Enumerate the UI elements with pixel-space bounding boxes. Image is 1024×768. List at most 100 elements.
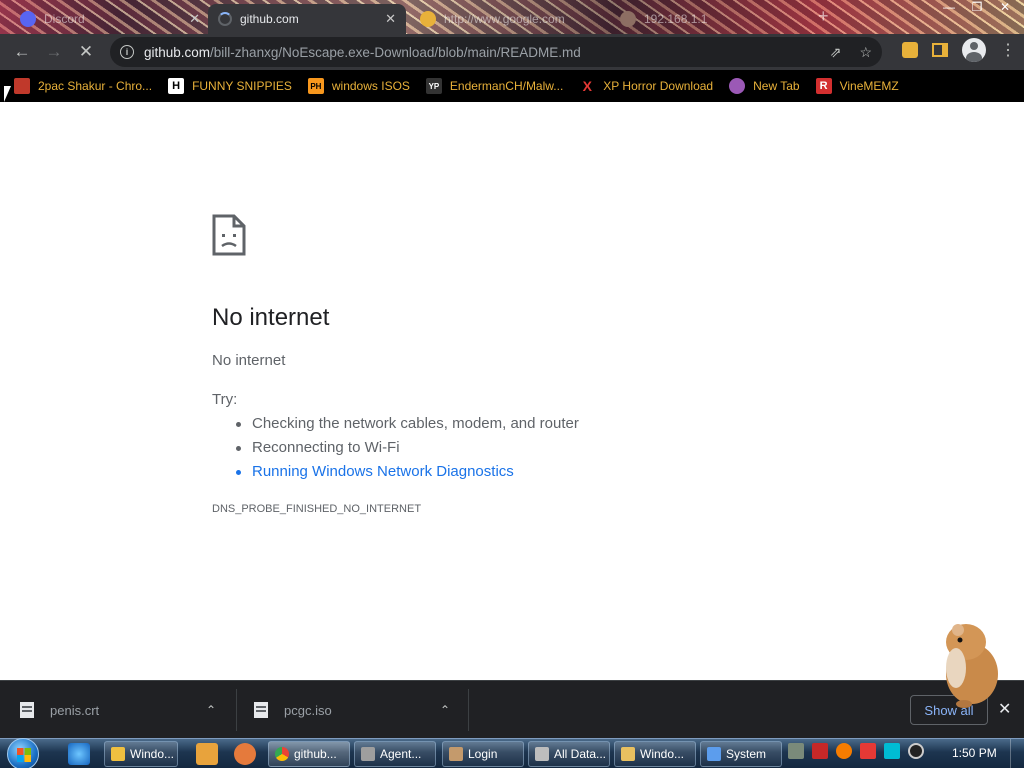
download-filename: penis.crt xyxy=(50,702,100,718)
chevron-up-icon[interactable]: ⌃ xyxy=(440,703,450,717)
media-player-icon[interactable] xyxy=(196,743,218,765)
url-host: github.com xyxy=(144,44,211,60)
tab-label: github.com xyxy=(240,12,299,26)
minimize-icon[interactable]: — xyxy=(938,0,960,14)
back-button[interactable]: ← xyxy=(6,36,38,68)
url-path: /bill-zhanxg/NoEscape.exe-Download/blob/… xyxy=(210,44,581,60)
task-system[interactable]: System xyxy=(700,741,782,767)
task-label: Login xyxy=(468,747,498,761)
tab-google[interactable]: http://www.google.com xyxy=(410,4,600,34)
close-icon[interactable]: ✕ xyxy=(189,11,200,27)
windows-logo-icon xyxy=(17,748,31,762)
bookmark-item[interactable]: H FUNNY SNIPPIES xyxy=(168,78,292,94)
search-icon[interactable] xyxy=(836,743,852,759)
bookmark-label: EndermanCH/Malw... xyxy=(449,79,564,93)
image-icon xyxy=(14,78,30,94)
divider xyxy=(236,689,237,731)
start-button[interactable] xyxy=(7,738,39,768)
network-diagnostics-link[interactable]: Running Windows Network Diagnostics xyxy=(236,460,579,484)
bookmark-item[interactable]: X XP Horror Download xyxy=(579,78,714,94)
bookmark-item[interactable]: R VineMEMZ xyxy=(815,78,899,94)
network-icon[interactable] xyxy=(884,743,900,759)
system-tray xyxy=(788,743,924,759)
side-panel-icon[interactable] xyxy=(932,43,948,57)
extensions-icon[interactable] xyxy=(902,42,918,58)
error-title: No internet xyxy=(212,304,330,331)
task-windows[interactable]: Windo... xyxy=(614,741,696,767)
tab-router[interactable]: 192.168.1.1 xyxy=(610,4,810,34)
taskbar-clock[interactable]: 1:50 PM xyxy=(952,746,997,760)
tab-label: http://www.google.com xyxy=(444,12,565,26)
menu-kebab-icon[interactable]: ⋮ xyxy=(1000,40,1016,60)
iso-file-icon xyxy=(254,702,268,718)
profile-avatar-icon[interactable] xyxy=(962,38,986,62)
mouse-cursor xyxy=(4,86,11,102)
folder-icon xyxy=(621,747,635,761)
task-login[interactable]: Login xyxy=(442,741,524,767)
user-icon xyxy=(449,747,463,761)
bookmark-label: windows ISOS xyxy=(331,79,410,93)
close-window-icon[interactable]: ✕ xyxy=(994,0,1016,14)
tab-discord[interactable]: Discord ✕ xyxy=(10,4,210,34)
task-agent[interactable]: Agent... xyxy=(354,741,436,767)
browser-toolbar: ← → ✕ i github.com/bill-zhanxg/NoEscape.… xyxy=(0,34,1024,70)
task-windows-explorer[interactable]: Windo... xyxy=(104,741,178,767)
stop-button[interactable]: ✕ xyxy=(70,36,102,68)
google-icon xyxy=(420,11,436,27)
download-item[interactable]: penis.crt ⌃ xyxy=(20,681,230,739)
task-label: Windo... xyxy=(640,747,685,761)
x-icon: X xyxy=(582,78,592,94)
bookmark-label: FUNNY SNIPPIES xyxy=(192,79,292,93)
task-label: System xyxy=(726,747,767,761)
site-info-icon[interactable]: i xyxy=(120,45,134,59)
tab-strip: Discord ✕ github.com ✕ http://www.google… xyxy=(0,0,1024,34)
paint-icon[interactable] xyxy=(234,743,256,765)
bookmark-item[interactable]: 2pac Shakur - Chro... xyxy=(14,78,152,94)
task-label: github... xyxy=(294,747,337,761)
tab-label: 192.168.1.1 xyxy=(644,12,708,26)
task-label: Windo... xyxy=(130,747,175,761)
hamster-image xyxy=(946,624,998,708)
sad-document-icon xyxy=(212,214,246,256)
window-icon xyxy=(361,747,375,761)
globe-icon xyxy=(729,78,746,94)
task-label: Agent... xyxy=(380,747,422,761)
bookmark-item[interactable]: PH windows ISOS xyxy=(307,78,410,94)
bookmark-label: XP Horror Download xyxy=(603,79,714,93)
share-icon[interactable]: ⇗ xyxy=(830,44,842,61)
bookmark-item[interactable]: New Tab xyxy=(729,78,800,94)
url-text: github.com/bill-zhanxg/NoEscape.exe-Down… xyxy=(144,45,581,60)
bookmark-item[interactable]: YP EndermanCH/Malw... xyxy=(425,78,564,94)
window-controls: — ❐ ✕ xyxy=(938,0,1016,14)
download-item[interactable]: pcgc.iso ⌃ xyxy=(254,681,464,739)
show-desktop-button[interactable] xyxy=(1010,739,1024,768)
tray-app-icon[interactable] xyxy=(788,743,804,759)
tab-label: Discord xyxy=(44,12,85,26)
task-all-data[interactable]: All Data... xyxy=(528,741,610,767)
suggestion-item: Reconnecting to Wi-Fi xyxy=(236,436,579,460)
new-tab-button[interactable]: + xyxy=(818,6,829,27)
page-content: No internet No internet Try: Checking th… xyxy=(0,102,1024,680)
flag-icon[interactable] xyxy=(860,743,876,759)
downloads-bar: penis.crt ⌃ pcgc.iso ⌃ Show all ✕ xyxy=(0,680,1024,738)
bookmark-label: VineMEMZ xyxy=(839,79,899,93)
restore-icon[interactable]: ❐ xyxy=(966,0,988,14)
volume-icon[interactable] xyxy=(908,743,924,759)
forward-button[interactable]: → xyxy=(38,36,70,68)
system-icon xyxy=(707,747,721,761)
error-subtitle: No internet xyxy=(212,352,286,369)
task-label: All Data... xyxy=(554,747,607,761)
antivirus-icon[interactable] xyxy=(812,743,828,759)
bookmarks-bar: 2pac Shakur - Chro... H FUNNY SNIPPIES P… xyxy=(0,70,1024,102)
chevron-up-icon[interactable]: ⌃ xyxy=(206,703,216,717)
bookmark-star-icon[interactable]: ☆ xyxy=(859,44,872,61)
suggestions-list: Checking the network cables, modem, and … xyxy=(236,412,579,484)
task-chrome[interactable]: github... xyxy=(268,741,350,767)
close-icon[interactable]: ✕ xyxy=(385,11,396,27)
windows-taskbar: Windo... github... Agent... Login All Da… xyxy=(0,738,1024,768)
internet-explorer-icon[interactable] xyxy=(68,743,90,765)
tab-github[interactable]: github.com ✕ xyxy=(208,4,406,34)
file-icon xyxy=(20,702,34,718)
ph-icon: PH xyxy=(307,78,324,94)
address-bar[interactable]: i github.com/bill-zhanxg/NoEscape.exe-Do… xyxy=(110,37,882,67)
